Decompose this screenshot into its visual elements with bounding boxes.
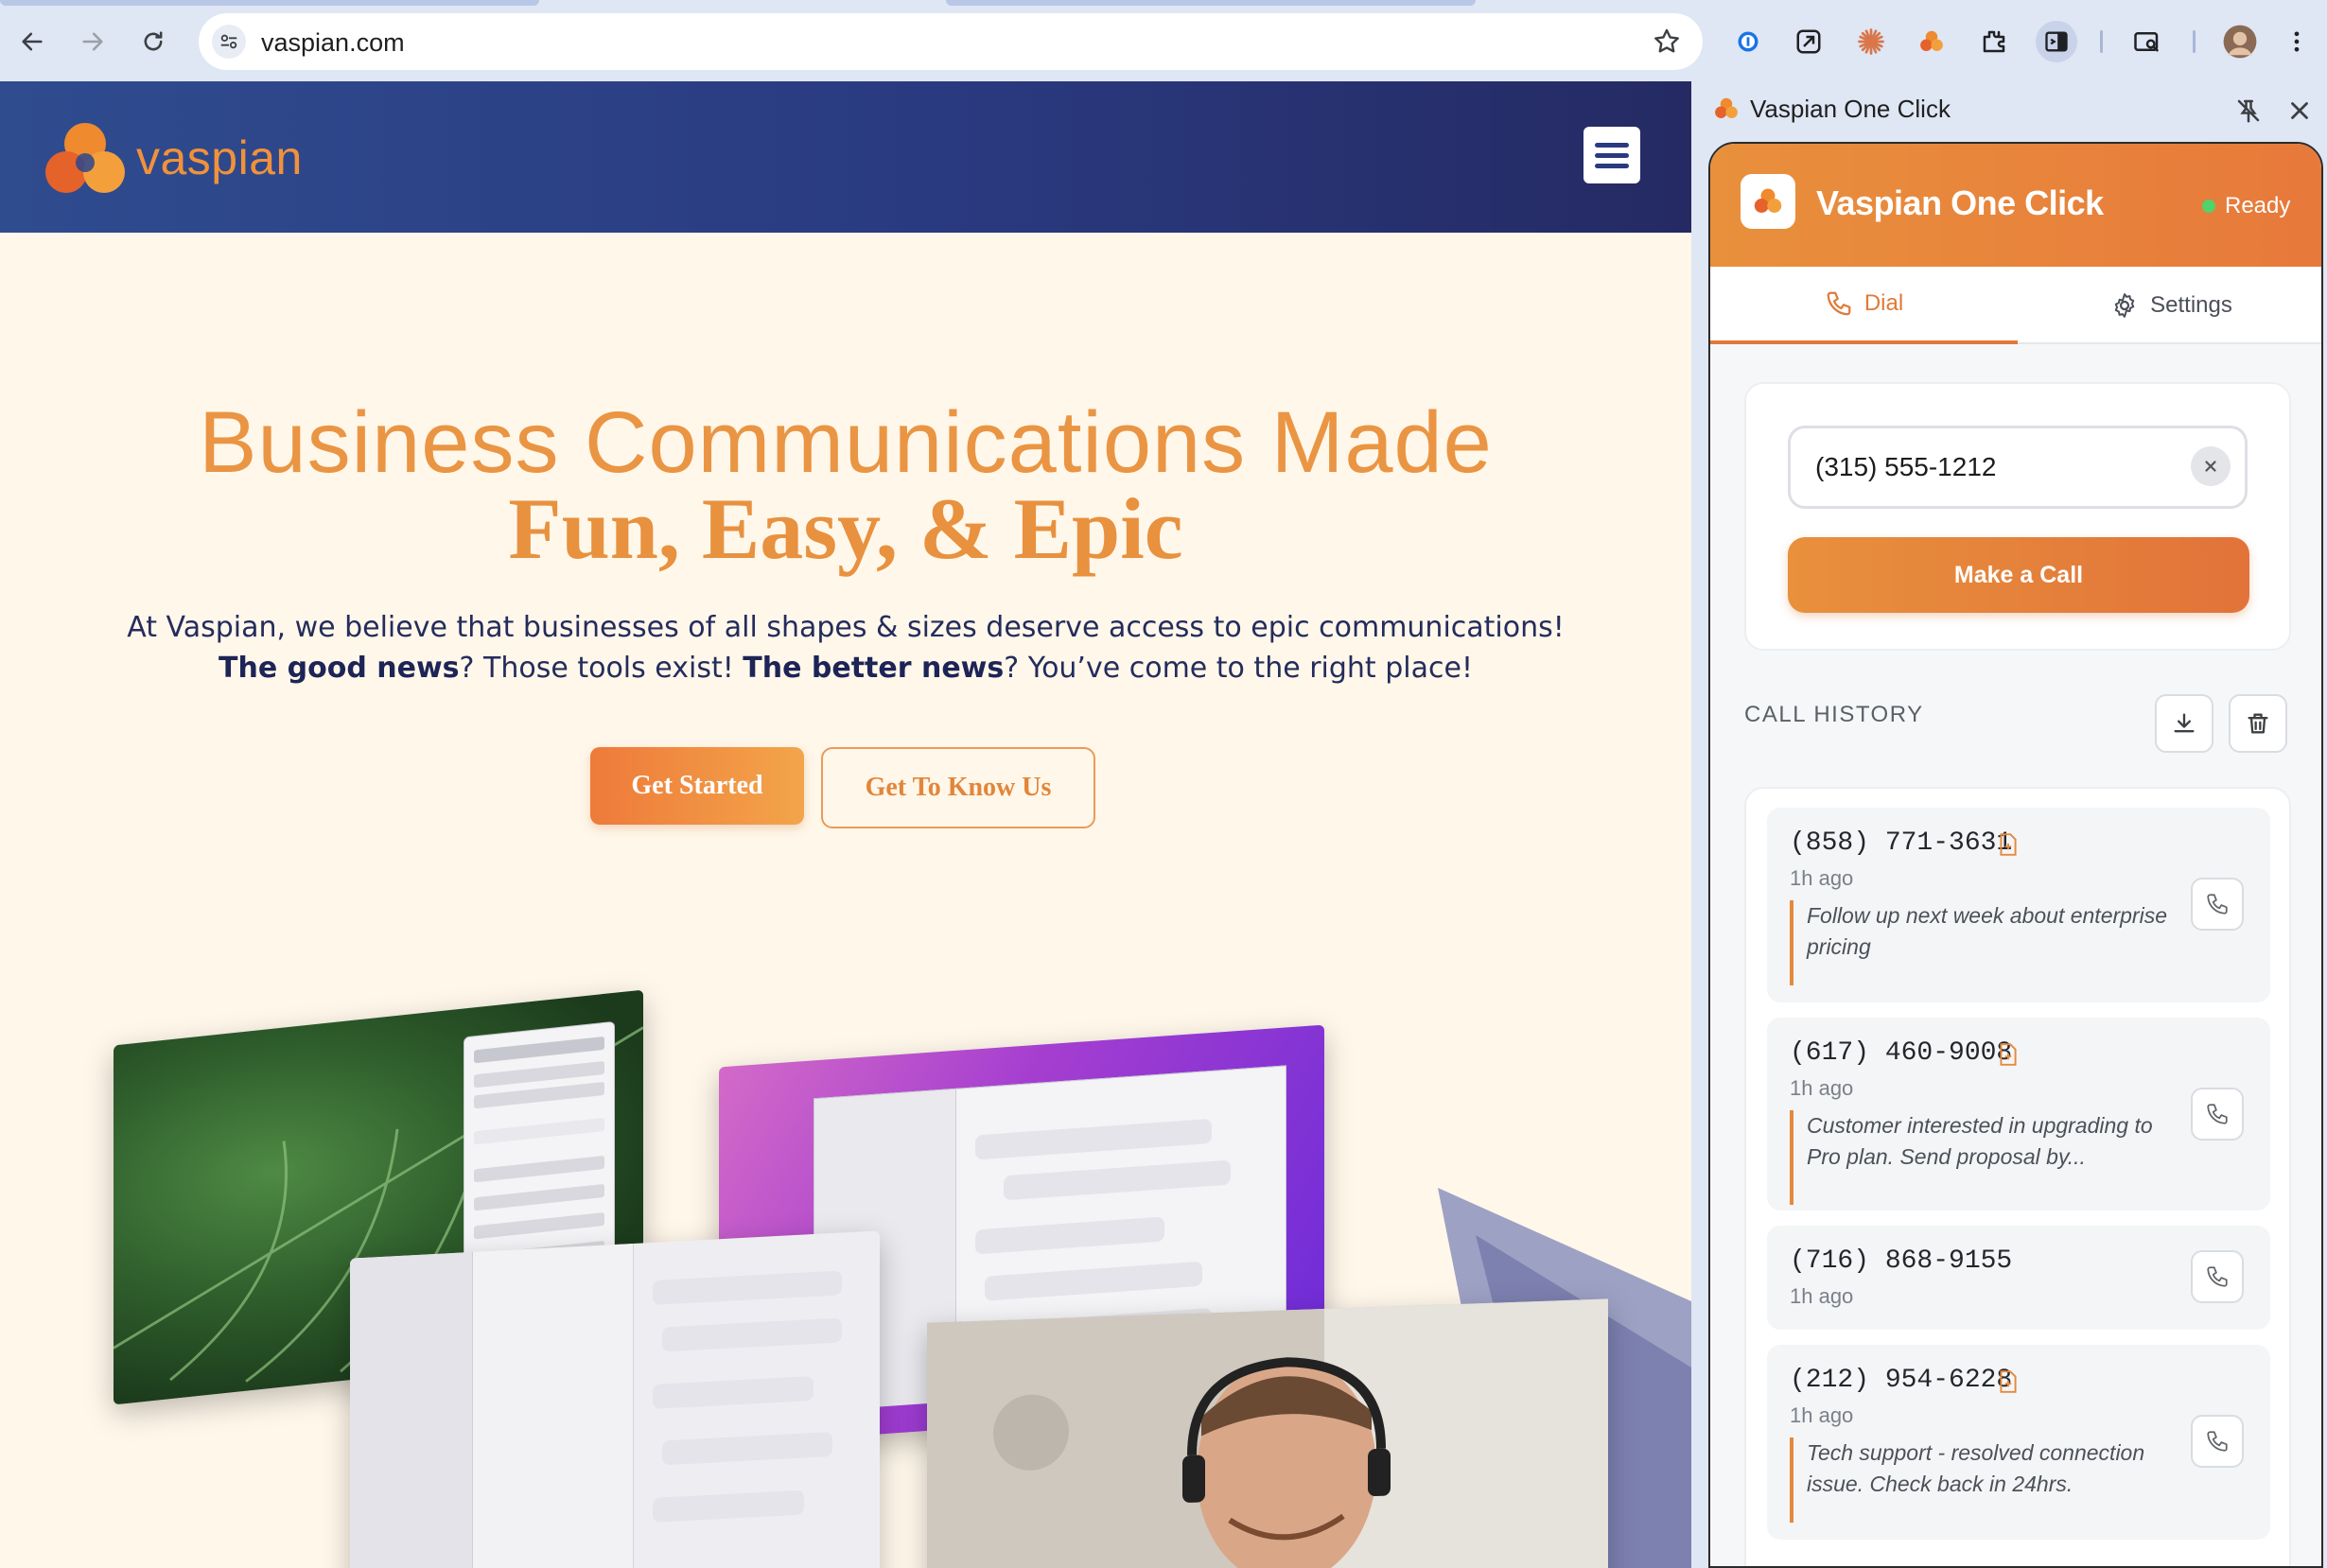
call-history-list: (858) 771-3631 1h ago Follow up next wee… (1744, 787, 2291, 1566)
compose-icon[interactable] (1788, 21, 1829, 62)
dial-card: (315) 555-1212 Make a Call (1744, 382, 2291, 651)
hero-text: At Vaspian, we believe that businesses o… (127, 611, 1565, 644)
status-indicator: Ready (2202, 193, 2290, 219)
redial-button[interactable] (2191, 878, 2244, 931)
vaspian-extension-card: Vaspian One Click Ready Dial Settings (3… (1708, 142, 2323, 1568)
toolbar-separator (2100, 30, 2103, 53)
redial-button[interactable] (2191, 1088, 2244, 1141)
extension-title: Vaspian One Click (1816, 183, 2104, 222)
note-document-icon (2000, 833, 2017, 856)
site-header: vaspian (0, 81, 1691, 233)
phone-icon (1827, 291, 1851, 316)
call-history-item[interactable]: (617) 460-9008 1h ago Customer intereste… (1767, 1018, 2270, 1211)
back-arrow-icon[interactable] (11, 21, 53, 62)
side-panel-title: Vaspian One Click (1750, 95, 1951, 123)
tab-settings[interactable]: Settings (2018, 267, 2321, 344)
reload-icon[interactable] (132, 21, 174, 62)
hero-text: ? Those tools exist! (459, 652, 744, 685)
phone-icon (2207, 1266, 2228, 1287)
vaspian-logo-icon (45, 123, 125, 193)
get-to-know-us-button[interactable]: Get To Know Us (821, 747, 1095, 828)
address-bar[interactable]: vaspian.com (199, 13, 1703, 70)
hero-bold-text: The good news (219, 652, 460, 685)
forward-arrow-icon[interactable] (72, 21, 114, 62)
site-settings-icon[interactable] (212, 25, 246, 59)
history-phone-number[interactable]: (858) 771-3631 (1790, 828, 2012, 858)
front-messaging-screenshot (350, 1230, 880, 1568)
history-note: Tech support - resolved connection issue… (1790, 1437, 2187, 1523)
phone-number-input[interactable]: (315) 555-1212 (1788, 426, 2248, 509)
extension-logo (1741, 174, 1795, 229)
history-phone-number[interactable]: (716) 868-9155 (1790, 1246, 2012, 1276)
history-note: Follow up next week about enterprise pri… (1790, 900, 2187, 985)
call-history-item[interactable]: (212) 954-6228 1h ago Tech support - res… (1767, 1345, 2270, 1540)
history-phone-number[interactable]: (212) 954-6228 (1790, 1366, 2012, 1395)
support-agent-photo (927, 1298, 1608, 1568)
tab-settings-label: Settings (2150, 292, 2232, 318)
side-panel-header: Vaspian One Click (1691, 81, 2327, 138)
hamburger-menu-button[interactable] (1583, 127, 1640, 183)
hamburger-bar (1595, 152, 1629, 158)
gear-icon (2114, 293, 2135, 318)
tab-dial[interactable]: Dial (1710, 267, 2018, 344)
note-document-icon (2000, 1370, 2017, 1393)
vaspian-extension-icon[interactable] (1911, 21, 1952, 62)
browser-side-panel: Vaspian One Click Vaspian One Click Read… (1691, 81, 2327, 1568)
redial-button[interactable] (2191, 1250, 2244, 1303)
profile-avatar[interactable] (2219, 21, 2261, 62)
call-history-item[interactable]: (716) 868-9155 1h ago (1767, 1226, 2270, 1330)
hamburger-bar (1595, 163, 1629, 168)
history-time: 1h ago (1790, 1076, 1854, 1100)
get-started-button[interactable]: Get Started (590, 747, 804, 825)
trash-icon (2248, 713, 2268, 734)
note-document-icon (2000, 1043, 2017, 1066)
phone-icon (2207, 894, 2228, 915)
call-history-label: CALL HISTORY (1744, 702, 1924, 727)
history-note: Customer interested in upgrading to Pro … (1790, 1110, 2187, 1205)
unpin-icon[interactable] (2234, 96, 2263, 125)
status-text: Ready (2225, 193, 2291, 218)
hero-illustration (0, 932, 1691, 1568)
toolbar-separator (2193, 30, 2196, 53)
extension-tabs: Dial Settings (1710, 267, 2321, 344)
clear-input-button[interactable] (2191, 446, 2231, 486)
status-dot (2202, 200, 2215, 213)
download-icon (2174, 713, 2195, 733)
side-panel-icon[interactable] (2036, 21, 2077, 62)
extension-banner: Vaspian One Click Ready (1710, 144, 2321, 267)
make-a-call-button[interactable]: Make a Call (1788, 537, 2249, 613)
clear-history-button[interactable] (2229, 694, 2287, 753)
claude-icon[interactable] (1850, 21, 1892, 62)
browser-toolbar: vaspian.com (0, 0, 2327, 81)
tab-indicator (0, 0, 539, 6)
hero-heading-line2: Fun, Easy, & Epic (508, 480, 1183, 577)
history-time: 1h ago (1790, 1284, 1854, 1308)
url-text[interactable]: vaspian.com (261, 28, 405, 58)
logo-text: vaspian (136, 131, 303, 184)
close-icon[interactable] (2285, 96, 2314, 125)
extensions-puzzle-icon[interactable] (1973, 21, 2015, 62)
history-time: 1h ago (1790, 1403, 1854, 1427)
close-icon (2205, 461, 2216, 472)
redial-button[interactable] (2191, 1415, 2244, 1468)
hero-paragraph: At Vaspian, we believe that businesses o… (95, 607, 1597, 688)
web-page: vaspian Business Communications Made Fun… (0, 81, 1691, 1568)
download-history-button[interactable] (2155, 694, 2213, 753)
vaspian-small-icon (1715, 97, 1738, 118)
vaspian-logo[interactable]: vaspian (42, 117, 303, 199)
tab-dial-label: Dial (1863, 290, 1904, 316)
phone-icon (2207, 1431, 2228, 1452)
tab-indicator (946, 0, 1476, 6)
password-manager-icon[interactable] (1727, 21, 1769, 62)
history-phone-number[interactable]: (617) 460-9008 (1790, 1038, 2012, 1068)
call-history-item[interactable]: (858) 771-3631 1h ago Follow up next wee… (1767, 808, 2270, 1002)
menu-kebab-icon[interactable] (2276, 21, 2318, 62)
phone-icon (2207, 1104, 2228, 1124)
hero-text: ? You’ve come to the right place! (1004, 652, 1473, 685)
hamburger-bar (1595, 142, 1629, 148)
hero-bold-text: The better news (743, 652, 1005, 685)
tab-search-icon[interactable] (2126, 21, 2168, 62)
history-time: 1h ago (1790, 866, 1854, 890)
bookmark-star-icon[interactable] (1652, 26, 1682, 61)
